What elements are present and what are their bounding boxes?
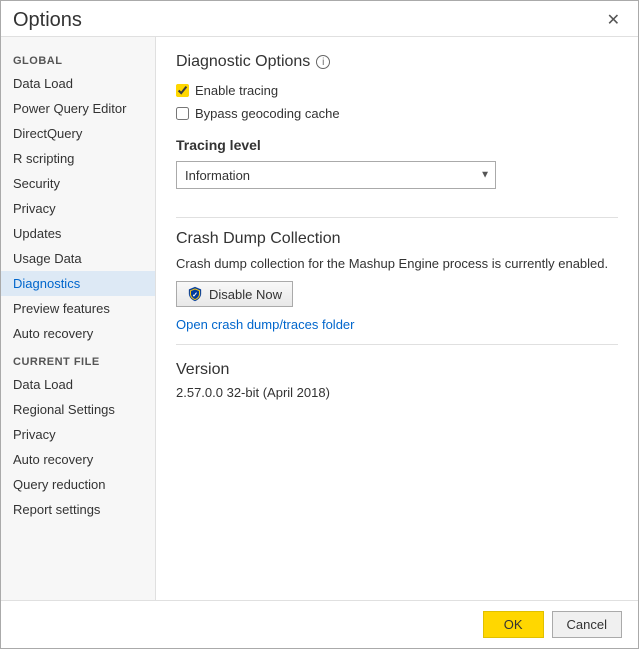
disable-now-button[interactable]: ✓ Disable Now (176, 281, 293, 307)
bypass-geocoding-row: Bypass geocoding cache (176, 106, 618, 121)
dialog-body: GLOBAL Data Load Power Query Editor Dire… (1, 36, 638, 600)
cancel-button[interactable]: Cancel (552, 611, 622, 638)
sidebar-item-power-query-editor[interactable]: Power Query Editor (1, 96, 155, 121)
sidebar-item-diagnostics[interactable]: Diagnostics (1, 271, 155, 296)
enable-tracing-row: Enable tracing (176, 83, 618, 98)
global-section-header: GLOBAL (1, 45, 155, 71)
bypass-geocoding-label[interactable]: Bypass geocoding cache (195, 106, 340, 121)
open-crash-dump-link[interactable]: Open crash dump/traces folder (176, 317, 354, 332)
sidebar-item-privacy[interactable]: Privacy (1, 196, 155, 221)
sidebar-item-regional-settings[interactable]: Regional Settings (1, 397, 155, 422)
svg-text:✓: ✓ (192, 292, 198, 299)
dialog-title: Options (13, 9, 82, 32)
tracing-level-select[interactable]: Information Verbose Error (176, 161, 496, 189)
sidebar-item-cf-auto-recovery[interactable]: Auto recovery (1, 447, 155, 472)
sidebar-item-preview-features[interactable]: Preview features (1, 296, 155, 321)
shield-icon: ✓ (187, 286, 203, 302)
sidebar-item-updates[interactable]: Updates (1, 221, 155, 246)
sidebar-item-data-load[interactable]: Data Load (1, 71, 155, 96)
sidebar-item-query-reduction[interactable]: Query reduction (1, 472, 155, 497)
enable-tracing-checkbox[interactable] (176, 84, 189, 97)
info-icon: i (316, 55, 330, 69)
current-file-section-header: CURRENT FILE (1, 346, 155, 372)
tracing-level-dropdown-container: Information Verbose Error ▼ (176, 161, 496, 189)
sidebar-item-cf-privacy[interactable]: Privacy (1, 422, 155, 447)
ok-button[interactable]: OK (483, 611, 544, 638)
sidebar-item-security[interactable]: Security (1, 171, 155, 196)
sidebar-item-cf-data-load[interactable]: Data Load (1, 372, 155, 397)
bypass-geocoding-checkbox[interactable] (176, 107, 189, 120)
enable-tracing-label[interactable]: Enable tracing (195, 83, 278, 98)
crash-dump-title: Crash Dump Collection (176, 230, 618, 248)
sidebar-item-usage-data[interactable]: Usage Data (1, 246, 155, 271)
sidebar-item-report-settings[interactable]: Report settings (1, 497, 155, 522)
main-content: Diagnostic Options i Enable tracing Bypa… (156, 37, 638, 600)
sidebar-item-r-scripting[interactable]: R scripting (1, 146, 155, 171)
tracing-level-title: Tracing level (176, 137, 618, 153)
close-button[interactable]: ✕ (601, 11, 626, 31)
sidebar: GLOBAL Data Load Power Query Editor Dire… (1, 37, 156, 600)
version-title: Version (176, 361, 618, 379)
title-bar: Options ✕ (1, 1, 638, 36)
sidebar-item-auto-recovery-global[interactable]: Auto recovery (1, 321, 155, 346)
diagnostic-options-title: Diagnostic Options i (176, 53, 618, 71)
options-dialog: Options ✕ GLOBAL Data Load Power Query E… (0, 0, 639, 649)
sidebar-item-directquery[interactable]: DirectQuery (1, 121, 155, 146)
diagnostic-options-label: Diagnostic Options (176, 53, 310, 71)
version-value: 2.57.0.0 32-bit (April 2018) (176, 385, 618, 400)
divider-1 (176, 217, 618, 218)
dialog-footer: OK Cancel (1, 600, 638, 648)
crash-dump-desc: Crash dump collection for the Mashup Eng… (176, 256, 618, 271)
divider-2 (176, 344, 618, 345)
disable-now-label: Disable Now (209, 287, 282, 302)
